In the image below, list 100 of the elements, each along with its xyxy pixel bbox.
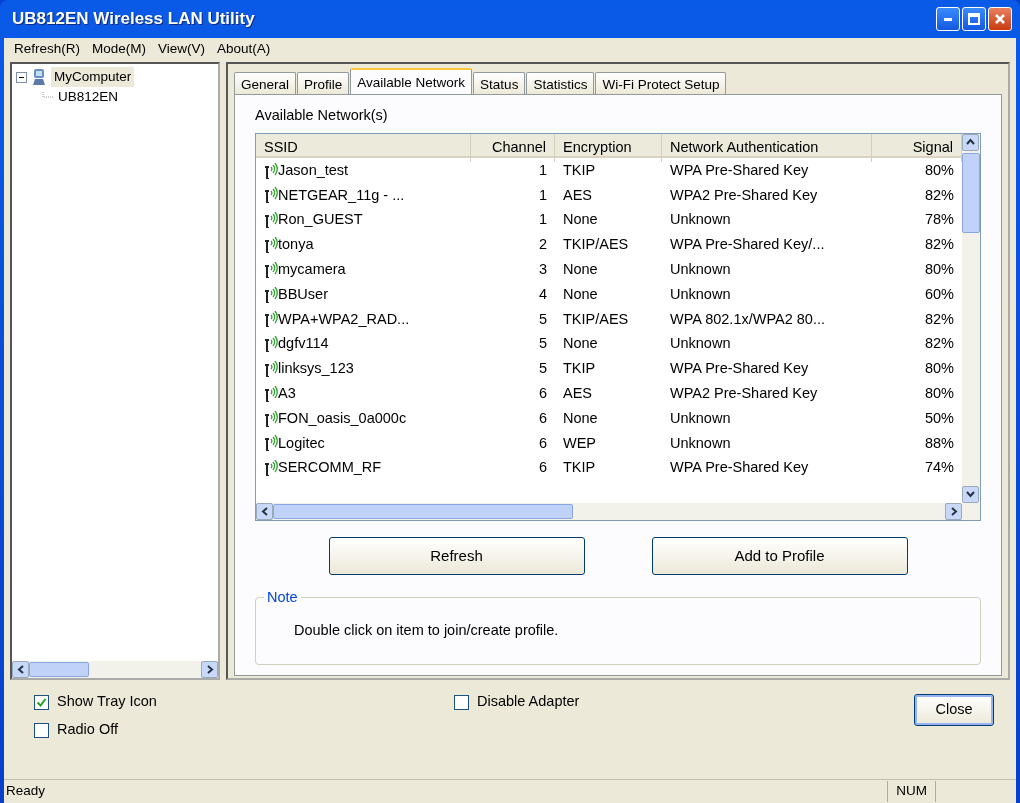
- wireless-signal-icon: [264, 336, 278, 353]
- close-window-button[interactable]: [988, 7, 1012, 31]
- table-cell-text: 2: [537, 235, 548, 255]
- table-cell-text: A3: [278, 383, 296, 403]
- tab[interactable]: Wi-Fi Protect Setup: [595, 72, 727, 94]
- table-cell-text: AES: [562, 383, 593, 403]
- table-cell-text: WPA Pre-Shared Key/...: [669, 235, 826, 255]
- table-cell-text: Logitec: [278, 433, 325, 453]
- table-cell-text: None: [562, 259, 599, 279]
- table-cell-text: AES: [562, 185, 593, 205]
- table-cell-text: 4: [537, 284, 548, 304]
- menu-item[interactable]: Refresh(R): [8, 38, 86, 60]
- table-cell-text: linksys_123: [278, 359, 354, 379]
- checkbox[interactable]: [34, 694, 49, 710]
- menu-item[interactable]: View(V): [152, 38, 212, 60]
- scrollbar-thumb[interactable]: [29, 662, 89, 677]
- table-cell-text: 6: [537, 408, 548, 428]
- table-cell-text: WEP: [562, 433, 598, 453]
- action-button[interactable]: Add to Profile: [651, 536, 908, 575]
- table-cell-text: tonya: [278, 235, 314, 255]
- wireless-signal-icon: [264, 286, 278, 303]
- table-cell-text: Jason_test: [278, 160, 349, 180]
- checkbox[interactable]: [454, 694, 469, 710]
- table-cell-text: 82%: [923, 309, 955, 329]
- column-header[interactable]: Channel: [471, 133, 555, 162]
- column-header[interactable]: Network Authentication: [662, 133, 872, 162]
- tree-item[interactable]: MyComputer: [51, 67, 135, 88]
- tab[interactable]: Available Network: [350, 68, 473, 94]
- table-cell-text: Unknown: [669, 259, 732, 279]
- table-cell-text: 5: [537, 334, 548, 354]
- table-cell-text: WPA+WPA2_RAD...: [278, 309, 410, 329]
- table-cell-text: 80%: [923, 383, 955, 403]
- table-cell-text: 50%: [923, 408, 955, 428]
- checkbox-label: Show Tray Icon: [57, 692, 157, 712]
- tab[interactable]: General: [234, 72, 297, 94]
- table-cell-text: WPA2 Pre-Shared Key: [669, 383, 819, 403]
- menu-item[interactable]: Mode(M): [86, 38, 153, 60]
- table-cell-text: 1: [537, 160, 548, 180]
- tab[interactable]: Statistics: [526, 72, 595, 94]
- table-cell-text: TKIP/AES: [562, 235, 630, 255]
- table-cell-text: WPA Pre-Shared Key: [669, 359, 810, 379]
- minimize-button[interactable]: [936, 7, 960, 31]
- scroll-left-button[interactable]: [12, 661, 29, 678]
- wireless-signal-icon: [264, 410, 278, 427]
- wireless-signal-icon: [264, 385, 278, 402]
- table-cell-text: WPA Pre-Shared Key: [669, 458, 810, 478]
- table-cell-text: 80%: [923, 160, 955, 180]
- scroll-right-button[interactable]: [201, 661, 218, 678]
- close-button[interactable]: Close: [914, 694, 994, 726]
- table-cell-text: TKIP: [562, 359, 597, 379]
- collapse-icon[interactable]: [16, 71, 27, 83]
- window-title: UB812EN Wireless LAN Utility: [12, 8, 255, 31]
- table-cell-text: 88%: [923, 433, 955, 453]
- scrollbar-thumb[interactable]: [962, 152, 980, 233]
- tree-item[interactable]: UB812EN: [58, 87, 119, 108]
- scroll-down-button[interactable]: [962, 485, 979, 503]
- scroll-up-button[interactable]: [962, 133, 979, 151]
- table-cell-text: 1: [537, 210, 548, 230]
- table-cell-text: Unknown: [669, 433, 732, 453]
- checkbox-label: Disable Adapter: [477, 692, 580, 712]
- table-cell-text: None: [562, 284, 599, 304]
- table-cell-text: dgfv114: [278, 334, 329, 354]
- minimize-icon: [944, 17, 952, 21]
- table-cell-text: Ron_GUEST: [278, 210, 363, 230]
- maximize-icon: [968, 13, 980, 25]
- table-cell-text: 82%: [923, 334, 955, 354]
- wireless-signal-icon: [264, 435, 278, 452]
- table-cell-text: Unknown: [669, 334, 732, 354]
- scroll-left-button[interactable]: [256, 502, 273, 520]
- table-cell-text: TKIP/AES: [562, 309, 630, 329]
- menu-item[interactable]: About(A): [211, 38, 277, 60]
- table-cell-text: 82%: [923, 185, 955, 205]
- wireless-signal-icon: [264, 361, 278, 377]
- table-cell-text: Unknown: [669, 210, 732, 230]
- table-cell-text: SERCOMM_RF: [278, 458, 382, 478]
- table-cell-text: mycamera: [278, 259, 346, 279]
- table-cell-text: 74%: [923, 458, 955, 478]
- column-header[interactable]: Encryption: [555, 133, 662, 162]
- column-header[interactable]: SSID: [256, 133, 471, 162]
- num-lock-indicator: NUM: [887, 781, 936, 802]
- wireless-signal-icon: [264, 187, 278, 204]
- wireless-signal-icon: [264, 460, 278, 477]
- table-cell-text: None: [562, 334, 599, 354]
- scroll-right-button[interactable]: [945, 502, 962, 520]
- checkbox[interactable]: [34, 722, 49, 738]
- table-cell-text: NETGEAR_11g - ...: [278, 185, 405, 205]
- section-label: Available Network(s): [255, 106, 389, 125]
- maximize-button[interactable]: [962, 7, 986, 31]
- table-cell-text: BBUser: [278, 284, 328, 304]
- scrollbar-thumb[interactable]: [273, 503, 573, 519]
- computer-icon: [31, 68, 47, 87]
- close-icon: [994, 13, 1006, 25]
- table-cell-text: 1: [537, 185, 548, 205]
- tab[interactable]: Status: [473, 72, 526, 94]
- table-cell-text: TKIP: [562, 160, 597, 180]
- table-cell-text: WPA 802.1x/WPA2 80...: [669, 309, 826, 329]
- tab[interactable]: Profile: [297, 72, 350, 94]
- action-button[interactable]: Refresh: [328, 536, 585, 575]
- table-cell-text: 80%: [923, 359, 955, 379]
- table-cell-text: 3: [537, 259, 548, 279]
